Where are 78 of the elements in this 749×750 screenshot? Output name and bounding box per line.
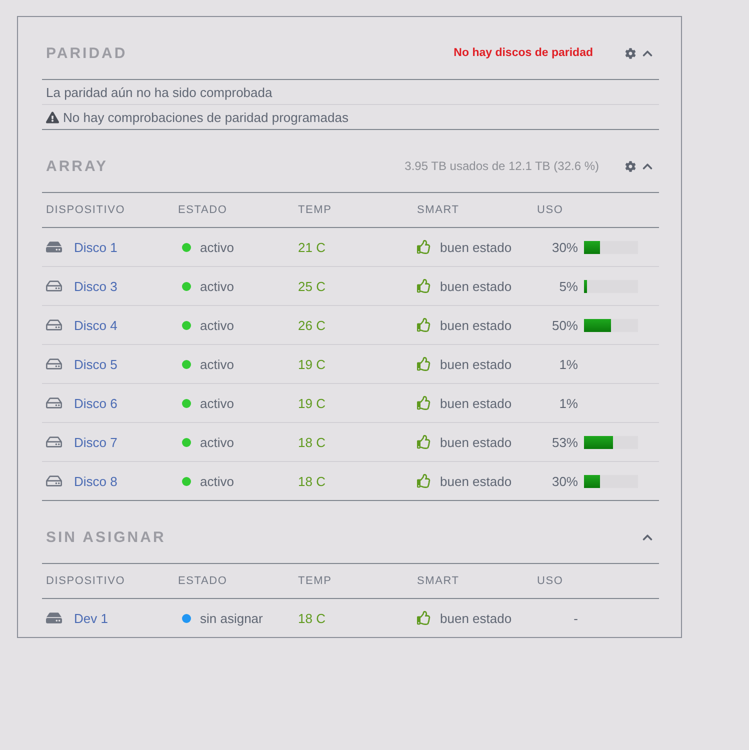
- hard-drive-icon: [46, 356, 62, 372]
- temperature-text: 19 C: [298, 356, 326, 372]
- thumbs-up-icon: [417, 611, 431, 625]
- hard-drive-icon: [46, 239, 62, 255]
- thumbs-up-icon: [417, 357, 431, 371]
- temperature-text: 21 C: [298, 240, 326, 254]
- device-link[interactable]: Disco 4: [74, 318, 118, 332]
- usage-percent: 5%: [558, 278, 578, 294]
- status-text: activo: [200, 356, 234, 372]
- status-text: activo: [200, 396, 234, 410]
- column-header: SMART: [416, 575, 460, 587]
- status-text: activo: [200, 278, 234, 294]
- temperature-text: 25 C: [298, 278, 326, 294]
- column-header: SMART: [416, 204, 460, 216]
- chevron-up-icon[interactable]: [642, 160, 653, 172]
- column-header: DISPOSITIVO: [45, 204, 126, 216]
- column-header: DISPOSITIVO: [45, 575, 126, 587]
- status-text: activo: [200, 240, 234, 254]
- temperature-text: 19 C: [298, 396, 326, 410]
- temperature-text: 18 C: [298, 434, 326, 450]
- thumbs-up-icon: [417, 318, 431, 332]
- usage-percent: 30%: [550, 240, 578, 254]
- hard-drive-icon: [46, 278, 62, 294]
- smart-status-text: buen estado: [440, 318, 512, 332]
- device-link[interactable]: Disco 6: [74, 396, 118, 410]
- column-header: TEMP: [297, 204, 333, 216]
- status-text: activo: [200, 434, 234, 450]
- hard-drive-icon: [46, 610, 62, 626]
- device-link[interactable]: Disco 1: [74, 240, 118, 254]
- usage-percent: -: [572, 610, 578, 626]
- section-title: PARIDAD: [45, 44, 128, 62]
- parity-message: La paridad aún no ha sido comprobada: [46, 84, 272, 100]
- smart-status-text: buen estado: [440, 356, 512, 372]
- hard-drive-icon: [46, 434, 62, 450]
- column-header: ESTADO: [177, 204, 228, 216]
- thumbs-up-icon: [417, 396, 431, 410]
- device-link[interactable]: Disco 5: [74, 356, 118, 372]
- temperature-text: 18 C: [298, 610, 326, 626]
- column-header: USO: [536, 575, 564, 587]
- hard-drive-icon: [46, 473, 62, 489]
- device-link[interactable]: Dev 1: [74, 610, 108, 626]
- usage-summary: 3.95 TB usados de 12.1 TB (32.6 %): [404, 159, 599, 173]
- column-header: TEMP: [297, 575, 333, 587]
- thumbs-up-icon: [417, 435, 431, 449]
- smart-status-text: buen estado: [440, 474, 512, 488]
- usage-percent: 1%: [558, 356, 578, 372]
- smart-status-text: buen estado: [440, 610, 512, 626]
- section-title: ARRAY: [45, 158, 108, 174]
- column-header: USO: [536, 204, 564, 216]
- thumbs-up-icon: [417, 279, 431, 293]
- usage-percent: 1%: [558, 396, 578, 410]
- smart-status-text: buen estado: [440, 396, 512, 410]
- usage-percent: 30%: [550, 474, 578, 488]
- parity-status: No hay discos de paridad: [454, 47, 593, 59]
- smart-status-text: buen estado: [440, 434, 512, 450]
- hard-drive-icon: [46, 395, 62, 411]
- temperature-text: 26 C: [298, 318, 326, 332]
- parity-message: No hay comprobaciones de paridad programadas: [63, 110, 348, 124]
- column-header: ESTADO: [177, 575, 228, 587]
- status-text: sin asignar: [200, 610, 263, 626]
- device-link[interactable]: Disco 7: [74, 434, 118, 450]
- thumbs-up-icon: [417, 474, 431, 488]
- smart-status-text: buen estado: [440, 240, 512, 254]
- usage-percent: 50%: [550, 318, 578, 332]
- status-text: activo: [200, 318, 234, 332]
- device-link[interactable]: Disco 8: [74, 474, 118, 488]
- settings-icon[interactable]: [625, 48, 636, 58]
- status-text: activo: [200, 474, 234, 488]
- chevron-up-icon[interactable]: [642, 532, 653, 542]
- temperature-text: 18 C: [298, 474, 326, 488]
- smart-status-text: buen estado: [440, 278, 512, 294]
- settings-icon[interactable]: [625, 160, 636, 172]
- device-link[interactable]: Disco 3: [74, 278, 118, 294]
- chevron-up-icon[interactable]: [642, 48, 653, 58]
- usage-percent: 53%: [550, 434, 578, 450]
- thumbs-up-icon: [417, 240, 431, 254]
- section-title: SIN ASIGNAR: [45, 528, 166, 546]
- hard-drive-icon: [46, 317, 62, 333]
